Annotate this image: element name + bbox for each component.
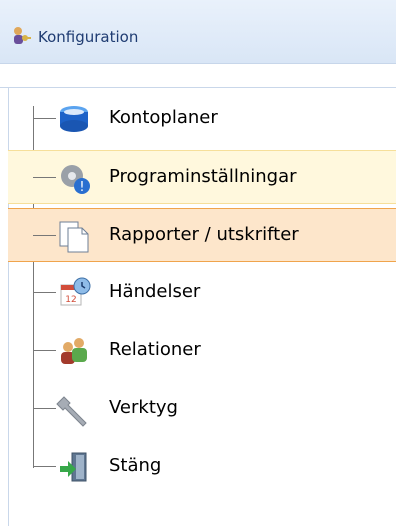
tree-item-handelser[interactable]: 12 Händelser: [8, 266, 396, 320]
key-person-icon: [14, 27, 31, 44]
exit-door-icon: [60, 452, 87, 482]
tree-item-kontoplaner[interactable]: Kontoplaner: [8, 92, 396, 146]
settings-gear-icon: !: [61, 165, 90, 195]
database-icon: [60, 106, 88, 132]
tree-item-rapporter-utskrifter[interactable]: Rapporter / utskrifter: [8, 208, 396, 262]
tree-item-verktyg[interactable]: Verktyg: [8, 382, 396, 436]
header-bar: Konfiguration: [0, 0, 396, 64]
svg-text:!: !: [79, 180, 84, 195]
calendar-clock-icon: 12: [60, 277, 91, 306]
svg-text:12: 12: [65, 295, 76, 305]
tree-item-label: Händelser: [109, 281, 201, 302]
tree-item-relationer[interactable]: Relationer: [8, 324, 396, 378]
tree-item-label: Programinställningar: [109, 166, 297, 187]
tree-branch: [33, 235, 56, 236]
tree-item-programinstallningar[interactable]: ! Programinställningar: [8, 150, 396, 204]
subheader-strip: [0, 64, 396, 88]
tree-branch: [33, 350, 56, 351]
people-icon: [61, 338, 87, 364]
tree-item-label: Kontoplaner: [109, 107, 218, 128]
tree-item-stang[interactable]: Stäng: [8, 440, 396, 494]
tree-branch: [33, 177, 56, 178]
tree-branch: [33, 118, 56, 119]
tree-item-label: Rapporter / utskrifter: [109, 224, 299, 245]
wrench-icon: [56, 396, 87, 427]
tree-branch: [33, 292, 56, 293]
tree-branch: [33, 466, 56, 467]
tree-item-label: Verktyg: [109, 397, 178, 418]
tree-item-label: Stäng: [109, 455, 162, 476]
panel-title: Konfiguration: [38, 28, 139, 46]
documents-icon: [59, 221, 89, 253]
tree-branch: [33, 408, 56, 409]
tree-item-label: Relationer: [109, 339, 201, 360]
